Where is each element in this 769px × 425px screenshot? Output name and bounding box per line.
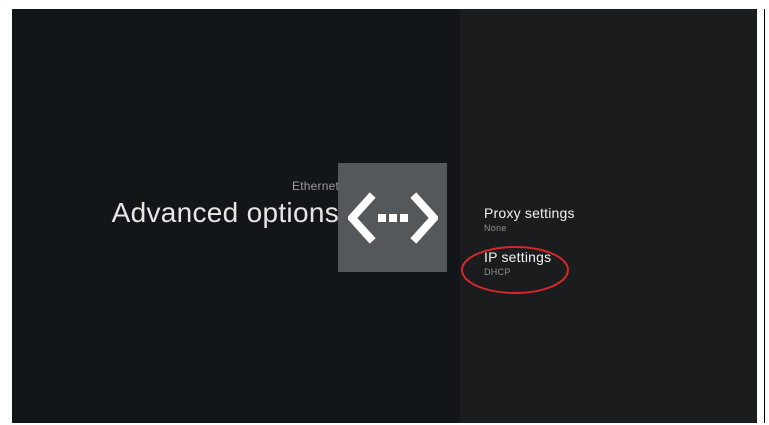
window-edge-line bbox=[764, 9, 765, 423]
page-header: Ethernet Advanced options bbox=[112, 179, 339, 229]
ip-settings-item[interactable]: IP settings DHCP bbox=[484, 248, 724, 278]
breadcrumb: Ethernet bbox=[292, 179, 339, 193]
page-title: Advanced options bbox=[111, 197, 339, 228]
settings-list: Proxy settings None IP settings DHCP bbox=[484, 204, 724, 292]
ip-settings-value: DHCP bbox=[484, 267, 511, 277]
ip-settings-title: IP settings bbox=[484, 249, 552, 265]
tv-settings-screen: Ethernet Advanced options Proxy settings… bbox=[12, 9, 757, 423]
proxy-settings-title: Proxy settings bbox=[484, 205, 575, 221]
ethernet-icon bbox=[347, 191, 438, 244]
proxy-settings-value: None bbox=[484, 223, 507, 233]
proxy-settings-item[interactable]: Proxy settings None bbox=[484, 204, 724, 234]
ethernet-icon-tile bbox=[338, 163, 447, 272]
